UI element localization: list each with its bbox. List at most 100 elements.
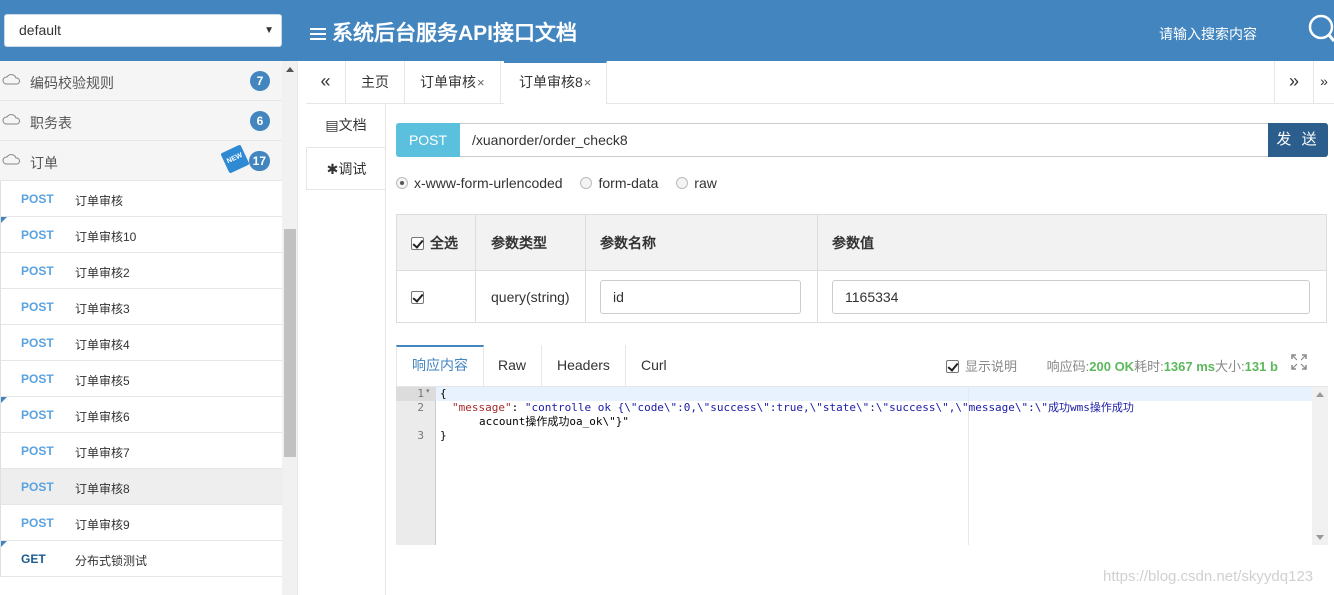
method-label: POST [21, 372, 54, 386]
close-icon[interactable]: × [584, 75, 592, 90]
tab-label: 订单审核 [420, 74, 476, 90]
table-header-row: 全选 参数类型 参数名称 参数值 [396, 214, 1327, 271]
size-value: 131 b [1244, 359, 1278, 374]
fold-icon[interactable]: ▾ [426, 387, 430, 395]
new-tag: NEW [220, 144, 250, 174]
method-label: POST [21, 480, 54, 494]
radio-dot[interactable] [396, 177, 408, 189]
group-select[interactable]: default ▼ [4, 14, 282, 47]
scrollbar-thumb[interactable] [284, 229, 296, 457]
sidebar-item-api[interactable]: POST 订单审核5 [0, 361, 282, 397]
menu-icon[interactable] [310, 25, 326, 43]
sidebar-item-api[interactable]: POST 订单审核6 [0, 397, 282, 433]
sidebar-group-orders[interactable]: 订单 NEW 17 [0, 141, 282, 181]
tab-label: 订单审核8 [519, 74, 583, 90]
fullscreen-icon[interactable] [1291, 354, 1307, 370]
tab-more-icon[interactable]: » [1314, 61, 1334, 103]
tab-prev-button[interactable]: « [306, 61, 346, 103]
search-input[interactable]: 请输入搜索内容 [1159, 24, 1257, 44]
sidebar-item-api[interactable]: POST 订单审核3 [0, 289, 282, 325]
sidebar: 编码校验规则 7 职务表 6 订单 NEW 17 POST 订单审核 POST … [0, 61, 298, 595]
time-value: 1367 ms [1163, 359, 1216, 374]
tab-curl[interactable]: Curl [626, 345, 682, 386]
content-type-group: x-www-form-urlencoded form-data raw [396, 175, 731, 191]
sidebar-item-api[interactable]: GET 分布式锁测试 [0, 541, 282, 577]
api-name: 订单审核3 [75, 302, 130, 316]
code-line-2: "message": "controlle ok {\"code\":0,\"s… [452, 401, 1134, 415]
tab-headers[interactable]: Headers [542, 345, 626, 386]
chevron-down-icon: ▼ [264, 25, 274, 36]
radio-dot[interactable] [676, 177, 689, 189]
search-icon[interactable] [1306, 13, 1334, 45]
select-all-header[interactable]: 全选 [396, 214, 476, 271]
tab-doc[interactable]: ▤文档 [306, 104, 386, 147]
param-name-input[interactable]: id [600, 279, 801, 314]
radio-dot[interactable] [580, 177, 593, 189]
radio-raw[interactable]: raw [676, 175, 717, 191]
corner-marker [1, 217, 7, 223]
tab-label: 调试 [338, 161, 367, 177]
page-title-text: 系统后台服务API接口文档 [332, 22, 578, 45]
sidebar-item-api[interactable]: POST 订单审核 [0, 181, 282, 217]
tab-response-content[interactable]: 响应内容 [396, 345, 484, 386]
row-checkbox[interactable] [411, 290, 424, 304]
url-input[interactable]: /xuanorder/order_check8 [460, 123, 1269, 157]
status-value: 200 OK [1089, 359, 1135, 374]
tab-order-check[interactable]: 订单审核× [405, 61, 501, 103]
scroll-up-icon[interactable] [286, 67, 294, 72]
select-all-checkbox[interactable] [411, 236, 424, 250]
sidebar-group-encoding-rules[interactable]: 编码校验规则 7 [0, 61, 282, 101]
scroll-down-icon[interactable] [1316, 535, 1324, 540]
time-label: 耗时: [1134, 359, 1164, 374]
cloud-icon [2, 114, 20, 125]
tab-order-check-8[interactable]: 订单审核8× [504, 61, 608, 104]
sidebar-item-api-active[interactable]: POST 订单审核8 [0, 469, 282, 505]
send-button[interactable]: 发 送 [1268, 123, 1328, 157]
scroll-up-icon[interactable] [1316, 392, 1324, 397]
code-line-3: } [440, 429, 447, 442]
count-badge: 17 [248, 151, 270, 171]
line-number: 1 [417, 387, 424, 400]
code-line-2-wrap: account操作成功oa_ok\"}" [479, 415, 629, 428]
watermark: https://blog.csdn.net/skyydq123 [1103, 568, 1314, 585]
radio-urlencoded[interactable]: x-www-form-urlencoded [396, 175, 563, 191]
line-number: 3 [417, 429, 424, 442]
method-badge: POST [396, 123, 460, 157]
sidebar-item-api[interactable]: POST 订单审核4 [0, 325, 282, 361]
sidebar-scrollbar[interactable] [282, 61, 297, 595]
code-line-1: { [440, 387, 447, 400]
header-label: 全选 [430, 234, 458, 251]
json-key: "message" [452, 401, 512, 414]
cloud-icon [2, 74, 20, 85]
method-label: POST [21, 408, 54, 422]
param-value-cell: 1165334 [817, 270, 1327, 323]
api-menu: 编码校验规则 7 职务表 6 订单 NEW 17 POST 订单审核 POST … [0, 61, 282, 577]
sidebar-item-api[interactable]: POST 订单审核7 [0, 433, 282, 469]
tab-next-button[interactable]: » [1274, 61, 1314, 103]
api-name: 订单审核7 [75, 446, 130, 460]
count-badge: 6 [250, 111, 270, 131]
tab-debug[interactable]: ✱调试 [306, 147, 386, 190]
sidebar-item-api[interactable]: POST 订单审核2 [0, 253, 282, 289]
response-editor[interactable]: 1 ▾ 2 3 { "message": "controlle ok {\"co… [396, 386, 1328, 545]
api-name: 订单审核5 [75, 374, 130, 388]
sidebar-item-api[interactable]: POST 订单审核10 [0, 217, 282, 253]
method-label: POST [21, 264, 54, 278]
line-number: 2 [417, 401, 424, 414]
tab-raw[interactable]: Raw [483, 345, 543, 386]
document-icon: ▤ [325, 117, 339, 133]
sidebar-group-label: 订单 [30, 155, 58, 171]
active-line-highlight [436, 387, 1312, 401]
sidebar-group-positions[interactable]: 职务表 6 [0, 101, 282, 141]
top-bar: default ▼ 系统后台服务API接口文档 请输入搜索内容 [0, 0, 1334, 61]
radio-label: form-data [598, 175, 659, 191]
api-name: 订单审核2 [75, 266, 130, 280]
radio-form-data[interactable]: form-data [580, 175, 658, 191]
close-icon[interactable]: × [477, 75, 485, 90]
sidebar-item-api[interactable]: POST 订单审核9 [0, 505, 282, 541]
show-desc-checkbox[interactable] [946, 360, 959, 373]
param-value-input[interactable]: 1165334 [832, 279, 1310, 314]
tab-home[interactable]: 主页 [346, 61, 405, 103]
editor-scrollbar[interactable] [1312, 387, 1328, 545]
method-label: POST [21, 300, 54, 314]
